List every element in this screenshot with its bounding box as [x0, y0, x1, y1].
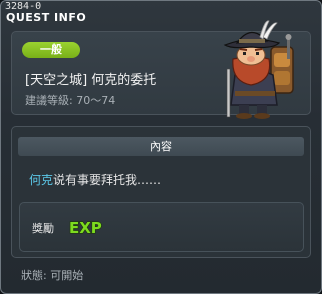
content-section-header: 內容: [18, 137, 304, 156]
window-title: QUEST INFO: [6, 11, 87, 24]
quest-info-window: 3284-0 QUEST INFO 一般 [天空之城] 何克的委托 建議等級: …: [0, 0, 322, 294]
quest-status: 狀態: 可開始: [21, 269, 84, 282]
reward-label: 獎勵: [32, 222, 54, 235]
npc-name-link[interactable]: 何克: [29, 173, 53, 187]
exp-icon-text: EXP: [69, 219, 102, 237]
quest-content-panel: 內容 何克说有事要拜托我…… 獎勵 EXP: [11, 126, 311, 258]
exp-icon: EXP: [68, 218, 102, 237]
quest-name: [天空之城] 何克的委托: [25, 73, 157, 88]
npc-portrait: [223, 20, 294, 119]
reward-box: 獎勵 EXP: [19, 202, 304, 252]
category-badge: 一般: [22, 42, 80, 58]
quest-description-text: 说有事要拜托我……: [53, 173, 162, 187]
quest-level-range: 建議等級: 70～74: [25, 94, 116, 107]
quest-description: 何克说有事要拜托我……: [29, 171, 161, 188]
